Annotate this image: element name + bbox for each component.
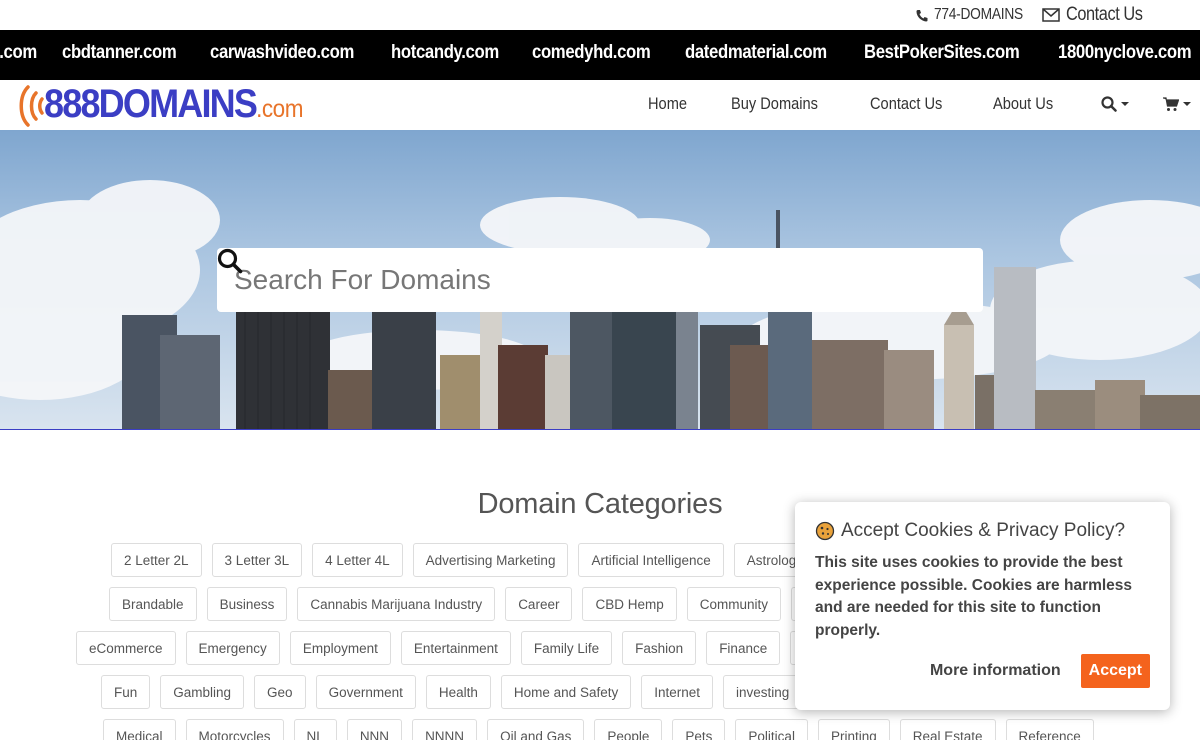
category-tag[interactable]: Fashion (622, 631, 697, 665)
category-tag[interactable]: Government (315, 675, 416, 709)
cookie-title: Accept Cookies & Privacy Policy? (841, 520, 1126, 541)
ticker-domain-link[interactable]: hotcandy.com (391, 42, 499, 64)
nav-links: Home Buy Domains Contact Us About Us (648, 94, 1200, 114)
cookie-consent-dialog: Accept Cookies & Privacy Policy? This si… (795, 502, 1170, 710)
domain-search-box (217, 248, 983, 312)
category-tag[interactable]: Reference (1005, 719, 1094, 740)
logo-wordmark: 888DOMAINS.com (44, 81, 303, 132)
category-row-3: eCommerce Emergency Employment Entertainmen… (76, 631, 847, 665)
category-row-5: Medical Motorcycles NL NNN NNNN Oil and Gas Pe… (103, 719, 1094, 740)
category-tag[interactable]: Emergency (185, 631, 280, 665)
contact-us-label: Contact Us (1066, 4, 1143, 25)
domain-search-input[interactable] (217, 264, 897, 296)
category-tag[interactable]: Health (425, 675, 491, 709)
logo-main: 888DOMAINS (44, 81, 258, 126)
category-row-2: Brandable Business Cannabis Marijuana Indu… (109, 587, 857, 621)
nav-search-dropdown[interactable] (1100, 96, 1129, 112)
ticker-domain-link[interactable]: BestPokerSites.com (864, 42, 1020, 64)
ticker-domain-link[interactable]: carwashvideo.com (210, 42, 354, 64)
ticker-domain-link[interactable]: 1800nyclove.com (1058, 42, 1192, 64)
signal-waves-icon (19, 85, 44, 127)
category-tag[interactable]: Home and Safety (500, 675, 632, 709)
cookie-actions: More information Accept (930, 654, 1150, 688)
site-logo[interactable]: 888DOMAINS.com (14, 82, 332, 130)
nav-buy-domains[interactable]: Buy Domains (731, 94, 818, 114)
category-tag[interactable]: Fun (101, 675, 151, 709)
category-tag[interactable]: NNN (346, 719, 403, 740)
more-information-link[interactable]: More information (930, 662, 1061, 680)
category-tag[interactable]: Political (735, 719, 808, 740)
category-tag[interactable]: Cannabis Marijuana Industry (297, 587, 496, 621)
category-tag[interactable]: Brandable (109, 587, 197, 621)
category-tag[interactable]: investing (723, 675, 803, 709)
main-nav: 888DOMAINS.com Home Buy Domains Contact … (0, 80, 1200, 130)
category-tag[interactable]: Community (686, 587, 781, 621)
logo-suffix: .com (256, 94, 304, 123)
ticker-domain-link[interactable]: datedmaterial.com (685, 42, 827, 64)
category-tag[interactable]: Employment (289, 631, 391, 665)
phone-link[interactable]: 774-DOMAINS (916, 6, 1037, 24)
nav-contact-us[interactable]: Contact Us (870, 94, 942, 114)
category-tag[interactable]: Entertainment (400, 631, 511, 665)
category-tag[interactable]: Business (206, 587, 288, 621)
category-tag[interactable]: Medical (103, 719, 176, 740)
search-button[interactable] (217, 248, 243, 274)
cookie-icon (815, 521, 835, 541)
category-tag[interactable]: Career (505, 587, 573, 621)
domain-ticker: js.com cbdtanner.com carwashvideo.com hotca… (0, 30, 1200, 80)
ticker-domain-link[interactable]: cbdtanner.com (62, 42, 177, 64)
hero-banner (0, 130, 1200, 430)
category-tag[interactable]: People (594, 719, 663, 740)
category-tag[interactable]: 3 Letter 3L (211, 543, 303, 577)
nav-cart-dropdown[interactable] (1162, 96, 1191, 112)
category-tag[interactable]: 4 Letter 4L (312, 543, 403, 577)
cart-icon (1162, 96, 1179, 111)
chevron-down-icon (1182, 102, 1191, 106)
category-tag[interactable]: Internet (641, 675, 713, 709)
category-tag[interactable]: Oil and Gas (487, 719, 585, 740)
category-tag[interactable]: NNNN (412, 719, 478, 740)
chevron-down-icon (1120, 102, 1129, 106)
category-tag[interactable]: 2 Letter 2L (111, 543, 202, 577)
phone-number: 774-DOMAINS (934, 6, 1023, 23)
category-row-1: 2 Letter 2L 3 Letter 3L 4 Letter 4L Adverti… (111, 543, 817, 577)
category-tag[interactable]: Gambling (160, 675, 245, 709)
search-icon (1100, 96, 1117, 112)
category-tag[interactable]: Artificial Intelligence (578, 543, 724, 577)
envelope-icon (1042, 8, 1060, 22)
category-tag[interactable]: Printing (817, 719, 890, 740)
category-tag[interactable]: Finance (706, 631, 781, 665)
ticker-domain-link[interactable]: comedyhd.com (532, 42, 651, 64)
category-tag[interactable]: Pets (672, 719, 726, 740)
category-row-4: Fun Gambling Geo Government Health Home and S… (101, 675, 803, 709)
category-tag[interactable]: Motorcycles (185, 719, 284, 740)
category-tag[interactable]: CBD Hemp (582, 587, 677, 621)
accept-button[interactable]: Accept (1080, 654, 1150, 688)
nav-about-us[interactable]: About Us (993, 94, 1053, 114)
category-tag[interactable]: Family Life (520, 631, 613, 665)
phone-icon (916, 9, 928, 21)
category-tag[interactable]: eCommerce (76, 631, 176, 665)
nav-home[interactable]: Home (648, 94, 687, 114)
category-tag[interactable]: Advertising Marketing (412, 543, 569, 577)
ticker-track: js.com cbdtanner.com carwashvideo.com hotca… (0, 42, 1200, 64)
top-contact-bar: 774-DOMAINS Contact Us (0, 0, 1200, 30)
contact-us-link[interactable]: Contact Us (1042, 4, 1155, 26)
cookie-title-row: Accept Cookies & Privacy Policy? (815, 520, 1150, 542)
category-tag[interactable]: Real Estate (899, 719, 996, 740)
cookie-message: This site uses cookies to provide the be… (815, 554, 1133, 639)
category-tag[interactable]: NL (293, 719, 337, 740)
category-tag[interactable]: Geo (254, 675, 306, 709)
ticker-domain-link[interactable]: js.com (0, 42, 37, 64)
